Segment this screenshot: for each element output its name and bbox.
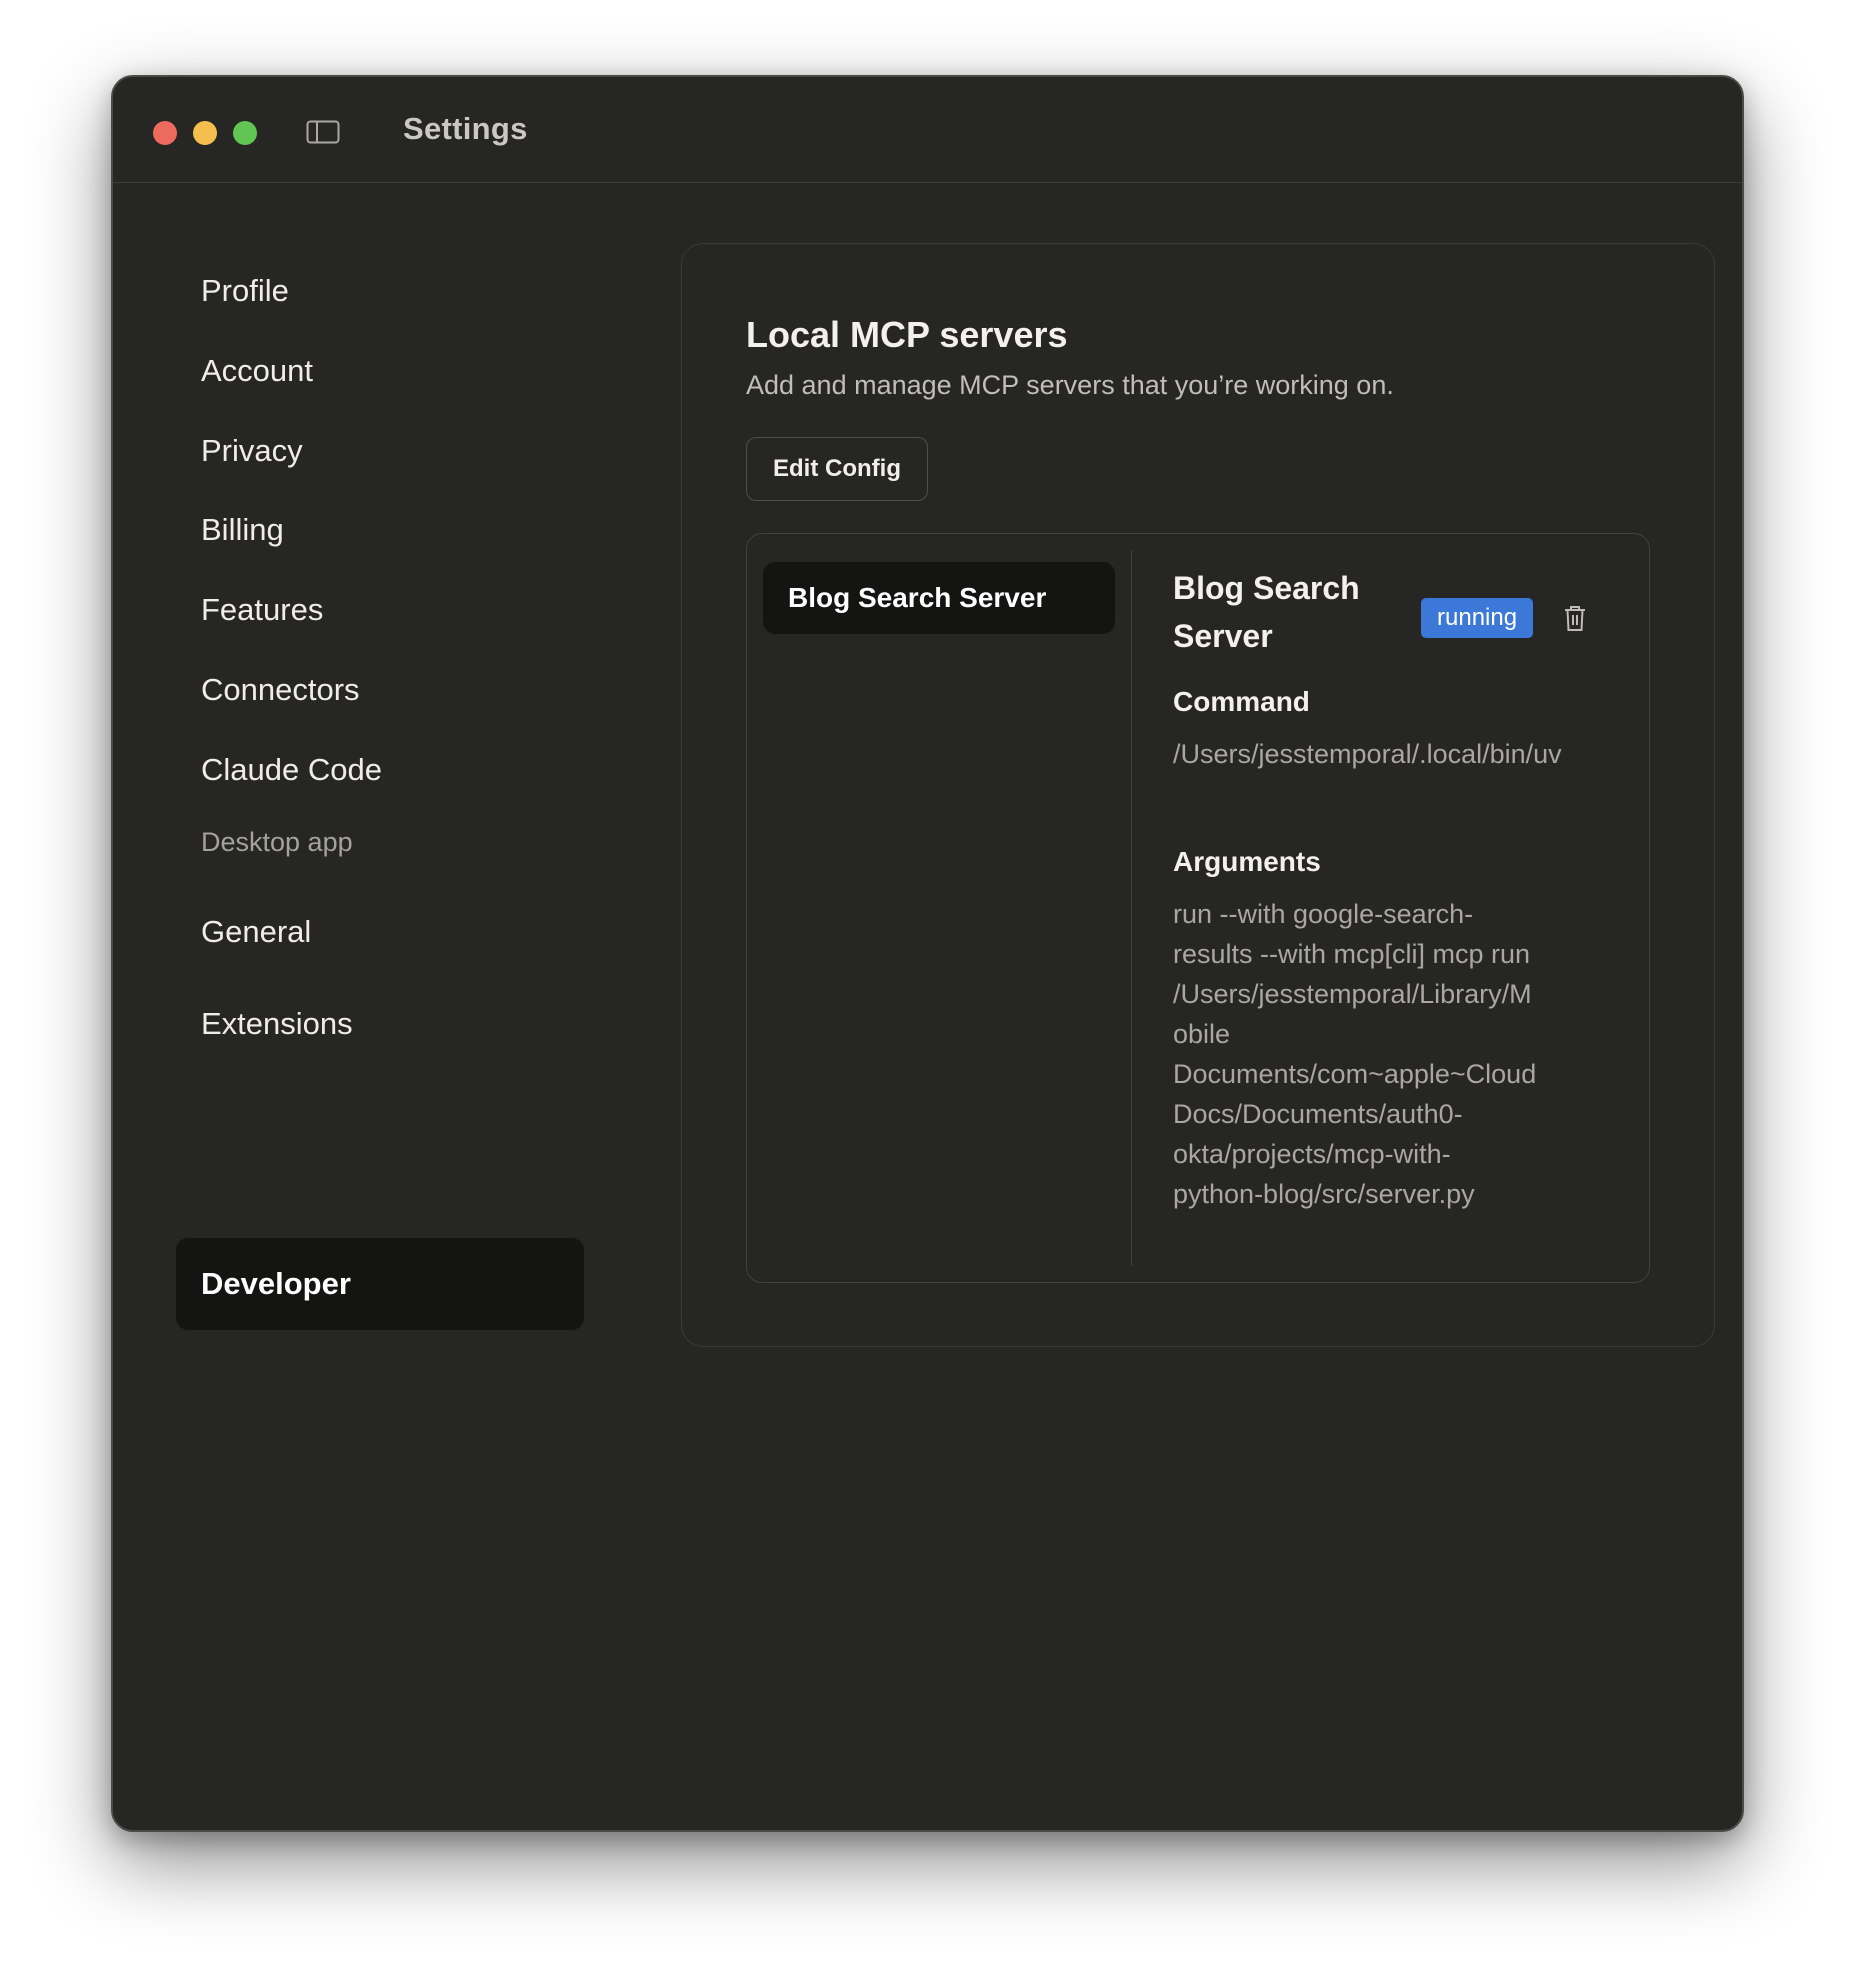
status-badge: running xyxy=(1421,598,1534,638)
sidebar-section-desktop-app: Desktop app xyxy=(201,827,353,857)
title-bar: Settings xyxy=(113,77,1742,183)
server-list-item[interactable]: Blog Search Server xyxy=(763,562,1115,634)
sidebar-toggle-icon[interactable] xyxy=(306,120,340,144)
sidebar-item-billing[interactable]: Billing xyxy=(176,484,584,576)
sidebar-item-connectors[interactable]: Connectors xyxy=(176,644,584,736)
window-title: Settings xyxy=(403,111,528,146)
divider xyxy=(1131,550,1132,1266)
arguments-line: results --with mcp[cli] mcp run xyxy=(1173,939,1531,969)
arguments-line: Docs/Documents/auth0- xyxy=(1173,1099,1463,1129)
arguments-label: Arguments xyxy=(1173,846,1321,877)
trash-icon[interactable] xyxy=(1563,604,1587,632)
server-list-box: Blog Search Server Blog Search Server ru… xyxy=(746,533,1650,1283)
sidebar-item-extensions[interactable]: Extensions xyxy=(176,978,584,1070)
arguments-line: /Users/jesstemporal/Library/M xyxy=(1173,979,1532,1009)
arguments-line: run --with google-search- xyxy=(1173,899,1474,929)
command-value: /Users/jesstemporal/.local/bin/uv xyxy=(1173,739,1562,769)
arguments-line: obile xyxy=(1173,1019,1231,1049)
minimize-window-button[interactable] xyxy=(193,121,217,145)
panel-subtitle: Add and manage MCP servers that you’re w… xyxy=(746,370,1394,400)
command-label: Command xyxy=(1173,686,1310,717)
server-detail-name: Blog Search Server xyxy=(1173,570,1360,654)
sidebar-item-developer[interactable]: Developer xyxy=(176,1238,584,1330)
arguments-line: python-blog/src/server.py xyxy=(1173,1179,1475,1209)
sidebar-item-account[interactable]: Account xyxy=(176,325,584,417)
mcp-servers-panel: Local MCP servers Add and manage MCP ser… xyxy=(681,243,1715,1347)
arguments-line: okta/projects/mcp-with- xyxy=(1173,1139,1451,1169)
arguments-line: Documents/com~apple~Cloud xyxy=(1173,1059,1537,1089)
sidebar-item-profile[interactable]: Profile xyxy=(176,245,584,337)
edit-config-button[interactable]: Edit Config xyxy=(746,437,928,501)
sidebar-item-general[interactable]: General xyxy=(176,886,584,978)
maximize-window-button[interactable] xyxy=(233,121,257,145)
settings-window: Settings Profile Account Privacy Billing… xyxy=(111,75,1744,1832)
arguments-value: run --with google-search- results --with… xyxy=(1173,894,1613,1214)
sidebar-item-claude-code[interactable]: Claude Code xyxy=(176,724,584,816)
panel-title: Local MCP servers xyxy=(746,314,1068,355)
close-window-button[interactable] xyxy=(153,121,177,145)
sidebar-item-features[interactable]: Features xyxy=(176,564,584,656)
